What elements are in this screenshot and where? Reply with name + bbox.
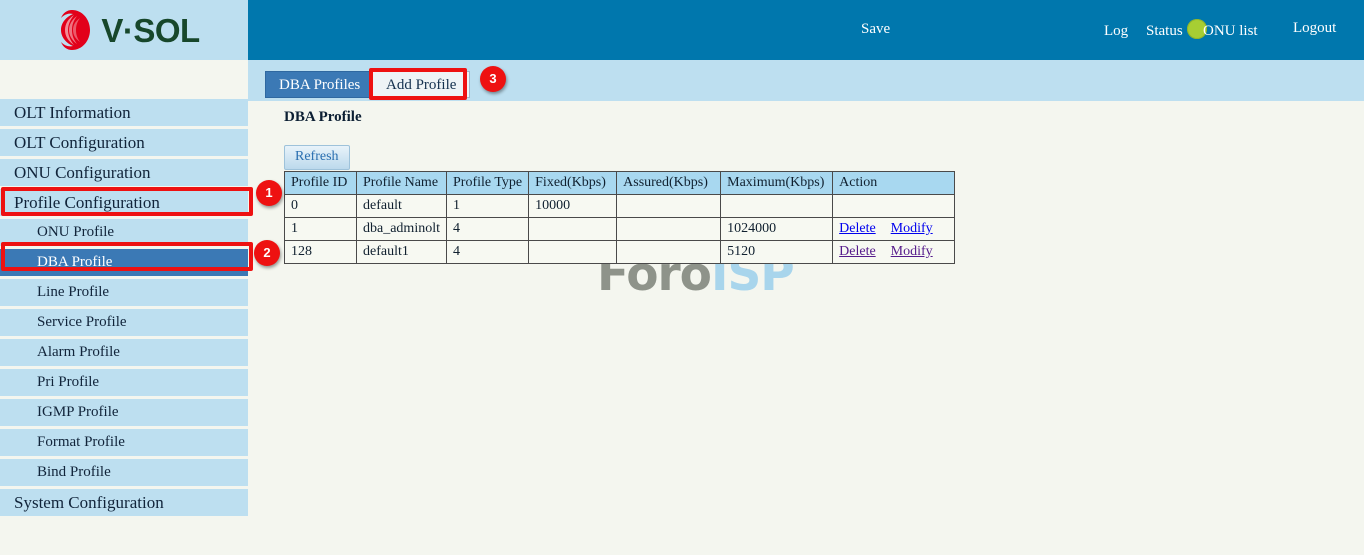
- logout-link[interactable]: Logout: [1293, 21, 1336, 36]
- page-title: DBA Profile: [284, 109, 362, 126]
- sidebar-item-system-configuration[interactable]: System Configuration: [0, 489, 248, 516]
- header-bar: Save Log Status ONU list Logout: [248, 0, 1364, 60]
- sidebar-item-igmp-profile[interactable]: IGMP Profile: [0, 399, 248, 426]
- status-link[interactable]: Status: [1146, 24, 1183, 39]
- cell-profile-id: 0: [285, 195, 357, 218]
- cell-profile-type: 4: [447, 218, 529, 241]
- olt-web-ui: V·SOL Save Log Status ONU list Logout DB…: [0, 0, 1364, 555]
- col-header-maximum: Maximum(Kbps): [721, 172, 833, 195]
- sidebar-item-olt-configuration[interactable]: OLT Configuration: [0, 129, 248, 156]
- col-header-action: Action: [833, 172, 955, 195]
- sidebar-item-onu-profile[interactable]: ONU Profile: [0, 219, 248, 246]
- table-body: 0 default 1 10000 1 dba_adminolt 4 10240…: [285, 195, 955, 264]
- table-row: 1 dba_adminolt 4 1024000 Delete Modify: [285, 218, 955, 241]
- sidebar-nav: OLT Information OLT Configuration ONU Co…: [0, 60, 248, 555]
- cell-profile-type: 1: [447, 195, 529, 218]
- cell-profile-name: default1: [357, 241, 447, 264]
- sidebar-item-line-profile[interactable]: Line Profile: [0, 279, 248, 306]
- cell-maximum: [721, 195, 833, 218]
- cell-action: Delete Modify: [833, 218, 955, 241]
- sidebar-item-onu-configuration[interactable]: ONU Configuration: [0, 159, 248, 186]
- cell-profile-id: 1: [285, 218, 357, 241]
- sidebar-item-format-profile[interactable]: Format Profile: [0, 429, 248, 456]
- sidebar-item-olt-information[interactable]: OLT Information: [0, 99, 248, 126]
- cell-maximum: 5120: [721, 241, 833, 264]
- cell-profile-type: 4: [447, 241, 529, 264]
- tab-bar: DBA Profiles Add Profile: [248, 60, 1364, 101]
- modify-link[interactable]: Modify: [891, 244, 933, 259]
- refresh-button[interactable]: Refresh: [284, 145, 350, 170]
- cell-assured: [617, 218, 721, 241]
- table-row: 128 default1 4 5120 Delete Modify: [285, 241, 955, 264]
- cell-profile-name: dba_adminolt: [357, 218, 447, 241]
- table-row: 0 default 1 10000: [285, 195, 955, 218]
- content-area: DBA Profile Refresh ForoISP Profile ID P…: [248, 101, 1364, 555]
- col-header-assured: Assured(Kbps): [617, 172, 721, 195]
- sidebar-item-alarm-profile[interactable]: Alarm Profile: [0, 339, 248, 366]
- onu-list-link[interactable]: ONU list: [1203, 24, 1258, 39]
- cell-profile-id: 128: [285, 241, 357, 264]
- sidebar-item-bind-profile[interactable]: Bind Profile: [0, 459, 248, 486]
- log-link[interactable]: Log: [1104, 24, 1128, 39]
- cell-assured: [617, 241, 721, 264]
- cell-fixed: [529, 241, 617, 264]
- col-header-profile-id: Profile ID: [285, 172, 357, 195]
- logo-panel: V·SOL: [0, 0, 248, 60]
- col-header-profile-name: Profile Name: [357, 172, 447, 195]
- col-header-profile-type: Profile Type: [447, 172, 529, 195]
- brand-logo: V·SOL: [50, 8, 199, 52]
- brand-name: V·SOL: [101, 14, 199, 47]
- cell-action: [833, 195, 955, 218]
- table-header: Profile ID Profile Name Profile Type Fix…: [285, 172, 955, 195]
- sidebar-item-service-profile[interactable]: Service Profile: [0, 309, 248, 336]
- cell-fixed: 10000: [529, 195, 617, 218]
- cell-action: Delete Modify: [833, 241, 955, 264]
- save-button[interactable]: Save: [861, 22, 890, 37]
- cell-fixed: [529, 218, 617, 241]
- delete-link[interactable]: Delete: [839, 221, 876, 236]
- tab-dba-profiles[interactable]: DBA Profiles: [265, 71, 374, 98]
- vsol-swoosh-logo-icon: [50, 8, 94, 52]
- cell-profile-name: default: [357, 195, 447, 218]
- sidebar-item-pri-profile[interactable]: Pri Profile: [0, 369, 248, 396]
- table-header-row: Profile ID Profile Name Profile Type Fix…: [285, 172, 955, 195]
- col-header-fixed: Fixed(Kbps): [529, 172, 617, 195]
- sidebar-item-profile-configuration[interactable]: Profile Configuration: [0, 189, 248, 216]
- modify-link[interactable]: Modify: [891, 221, 933, 236]
- tab-add-profile[interactable]: Add Profile: [372, 71, 470, 98]
- delete-link[interactable]: Delete: [839, 244, 876, 259]
- cell-assured: [617, 195, 721, 218]
- cell-maximum: 1024000: [721, 218, 833, 241]
- sidebar-item-dba-profile[interactable]: DBA Profile: [0, 249, 248, 276]
- dba-profile-table: Profile ID Profile Name Profile Type Fix…: [284, 171, 955, 264]
